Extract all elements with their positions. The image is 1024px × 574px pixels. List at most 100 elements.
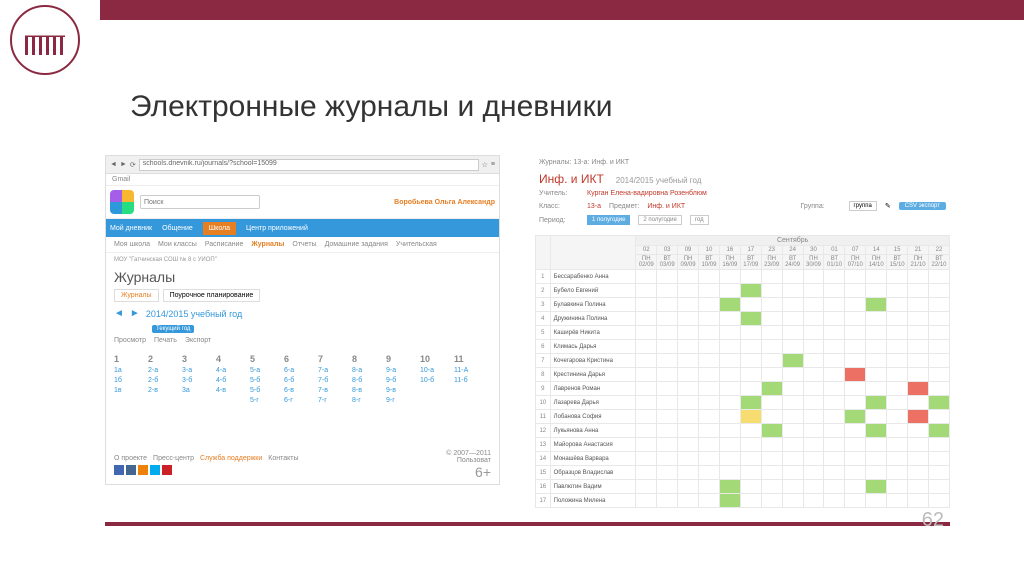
grade-cell[interactable] (908, 396, 929, 410)
grade-cell[interactable] (719, 452, 740, 466)
class-link[interactable]: 5-б (250, 387, 284, 394)
class-link[interactable]: 11-А (454, 367, 488, 374)
student-name[interactable]: Лукьянова Анна (550, 424, 636, 438)
grade-cell[interactable] (761, 298, 782, 312)
grade-cell[interactable] (782, 382, 803, 396)
grade-cell[interactable] (740, 298, 761, 312)
grade-cell[interactable] (699, 424, 720, 438)
class-link[interactable]: 4-б (216, 377, 250, 384)
grade-cell[interactable] (657, 368, 678, 382)
grade-cell[interactable] (866, 284, 887, 298)
student-name[interactable]: Павлютин Вадим (550, 480, 636, 494)
grade-cell[interactable] (803, 284, 824, 298)
grade-cell[interactable] (657, 312, 678, 326)
grade-cell[interactable] (908, 298, 929, 312)
class-link[interactable]: 7-б (318, 377, 352, 384)
grade-cell[interactable] (782, 368, 803, 382)
grade-cell[interactable] (928, 410, 949, 424)
date-day[interactable]: 14 (866, 246, 887, 255)
grade-cell[interactable] (928, 340, 949, 354)
grade-cell[interactable] (699, 480, 720, 494)
grade-cell[interactable] (636, 410, 657, 424)
nav-school[interactable]: Школа (203, 222, 236, 235)
url-bar[interactable]: schools.dnevnik.ru/journals/?school=1509… (139, 159, 479, 171)
date-day[interactable]: 17 (740, 246, 761, 255)
grade-cell[interactable] (824, 410, 845, 424)
grade-cell[interactable] (887, 354, 908, 368)
grade-cell[interactable] (719, 340, 740, 354)
grade-cell[interactable] (782, 396, 803, 410)
class-link[interactable]: 10-б (420, 377, 454, 384)
tab-journals[interactable]: Журналы (114, 289, 159, 302)
student-name[interactable]: Бубело Евгений (550, 284, 636, 298)
grade-cell[interactable] (782, 494, 803, 508)
grade-cell[interactable] (866, 382, 887, 396)
grade-cell[interactable] (657, 438, 678, 452)
grade-cell[interactable] (699, 340, 720, 354)
grade-cell[interactable] (928, 312, 949, 326)
grade-cell[interactable] (908, 480, 929, 494)
nav-my-diary[interactable]: Мой дневник (110, 225, 152, 232)
grade-cell[interactable] (740, 382, 761, 396)
grade-cell[interactable] (699, 494, 720, 508)
date-day[interactable]: 22 (928, 246, 949, 255)
grade-cell[interactable] (866, 424, 887, 438)
class-link[interactable]: 7-в (318, 387, 352, 394)
grade-cell[interactable] (845, 312, 866, 326)
grade-cell[interactable] (740, 466, 761, 480)
grade-cell[interactable] (782, 354, 803, 368)
grade-cell[interactable] (887, 298, 908, 312)
grade-cell[interactable] (887, 368, 908, 382)
class-link[interactable]: 6-б (284, 377, 318, 384)
date-day[interactable]: 01 (824, 246, 845, 255)
grade-cell[interactable] (908, 340, 929, 354)
class-link[interactable]: 7-г (318, 397, 352, 404)
grade-cell[interactable] (908, 368, 929, 382)
grade-cell[interactable] (719, 382, 740, 396)
grade-cell[interactable] (636, 354, 657, 368)
grade-cell[interactable] (928, 480, 949, 494)
grade-cell[interactable] (824, 270, 845, 284)
grade-cell[interactable] (803, 382, 824, 396)
date-day[interactable]: 24 (782, 246, 803, 255)
grade-cell[interactable] (782, 284, 803, 298)
search-input[interactable] (140, 195, 260, 209)
grade-cell[interactable] (908, 382, 929, 396)
grade-cell[interactable] (824, 438, 845, 452)
grade-cell[interactable] (845, 424, 866, 438)
grade-cell[interactable] (761, 438, 782, 452)
date-day[interactable]: 16 (719, 246, 740, 255)
grade-cell[interactable] (782, 438, 803, 452)
grade-cell[interactable] (719, 396, 740, 410)
grade-cell[interactable] (824, 494, 845, 508)
youtube-icon[interactable] (162, 465, 172, 475)
grade-cell[interactable] (761, 494, 782, 508)
grade-cell[interactable] (824, 396, 845, 410)
grade-cell[interactable] (845, 466, 866, 480)
grade-cell[interactable] (803, 270, 824, 284)
star-icon[interactable]: ☆ (482, 161, 488, 169)
grade-cell[interactable] (803, 396, 824, 410)
grade-cell[interactable] (824, 298, 845, 312)
grade-cell[interactable] (845, 354, 866, 368)
grade-cell[interactable] (887, 438, 908, 452)
grade-cell[interactable] (678, 368, 699, 382)
class-link[interactable]: 4-в (216, 387, 250, 394)
grade-cell[interactable] (678, 494, 699, 508)
grade-cell[interactable] (887, 494, 908, 508)
grade-cell[interactable] (887, 326, 908, 340)
grade-cell[interactable] (719, 494, 740, 508)
grade-cell[interactable] (740, 438, 761, 452)
grade-cell[interactable] (740, 270, 761, 284)
grade-cell[interactable] (699, 326, 720, 340)
grade-cell[interactable] (845, 284, 866, 298)
class-link[interactable]: 3а (182, 387, 216, 394)
grade-cell[interactable] (761, 424, 782, 438)
grade-cell[interactable] (699, 298, 720, 312)
grade-cell[interactable] (719, 368, 740, 382)
grade-cell[interactable] (908, 354, 929, 368)
subnav-schedule[interactable]: Расписание (205, 241, 244, 248)
grade-cell[interactable] (699, 396, 720, 410)
subnav-my-classes[interactable]: Мои классы (158, 241, 197, 248)
grade-cell[interactable] (678, 480, 699, 494)
